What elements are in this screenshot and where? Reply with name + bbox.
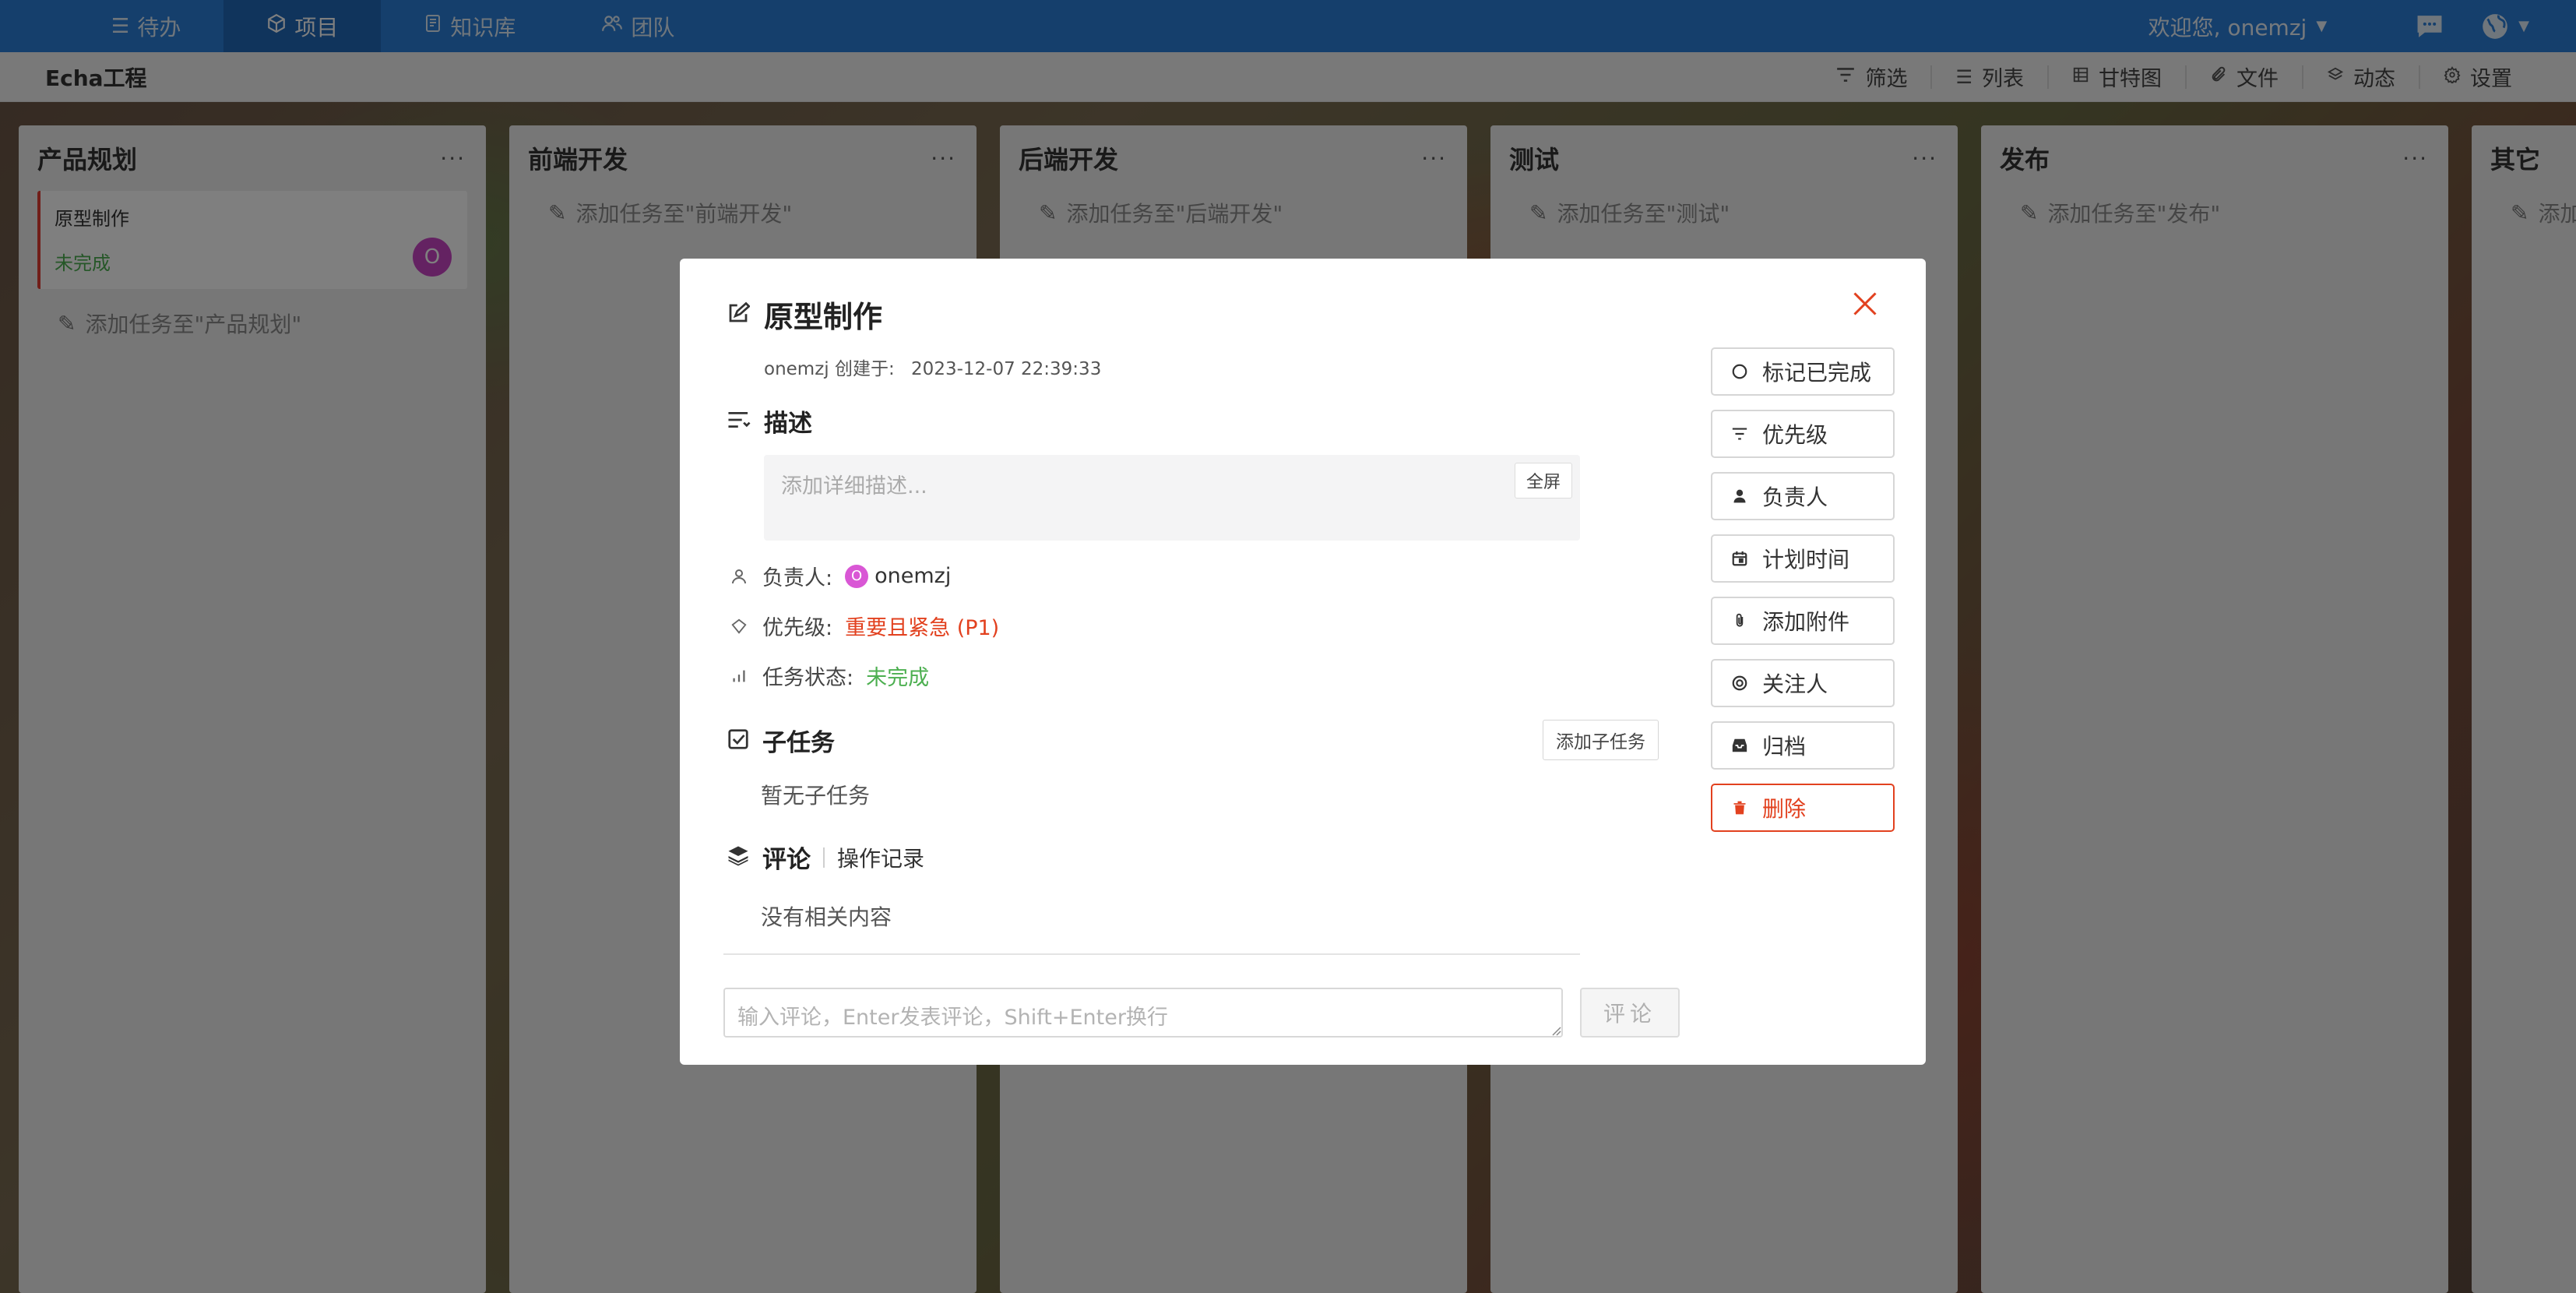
action-label: 负责人 [1762,484,1828,510]
followers-button[interactable]: 关注人 [1711,659,1895,707]
mark-complete-button[interactable]: 标记已完成 [1711,347,1895,396]
priority-value[interactable]: 重要且紧急 (P1) [845,611,999,641]
action-label: 归档 [1762,734,1807,759]
delete-button[interactable]: 删除 [1711,784,1895,832]
calendar-icon [1730,550,1750,567]
at-icon [1730,675,1750,692]
user-icon [1730,488,1750,505]
subtask-label: 子任务 [762,729,835,757]
filter-icon [1730,426,1750,442]
task-title[interactable]: 原型制作 [764,293,882,336]
subtask-empty-text: 暂无子任务 [761,783,871,809]
close-icon[interactable] [1851,290,1879,318]
user-outline-icon [728,567,750,586]
created-info: onemzj 创建于: 2023-12-07 22:39:33 [764,354,1112,380]
inbox-icon [1730,737,1750,754]
edit-icon [727,301,751,328]
description-placeholder: 添加详细描述... [781,474,927,499]
assignee-label: 负责人: [762,566,833,590]
description-icon [727,409,751,434]
comment-tabs: 评论 操作记录 [727,840,924,875]
created-time: 2023-12-07 22:39:33 [911,359,1102,379]
resize-grip-icon[interactable] [1550,1025,1561,1036]
tab-comments[interactable]: 评论 [762,840,811,875]
subtask-section-header: 子任务 [727,723,835,758]
action-label: 优先级 [1762,422,1828,448]
divider [723,953,1580,955]
action-label: 计划时间 [1762,547,1850,573]
status-label: 任务状态: [762,666,854,690]
comment-empty-text: 没有相关内容 [761,904,892,930]
bar-chart-icon [728,668,750,685]
circle-icon [1730,363,1750,380]
action-panel: 标记已完成 优先级 负责人 计划时间 添加附件 关注人 归档 删除 [1711,347,1895,846]
action-label: 删除 [1762,796,1807,822]
status-value[interactable]: 未完成 [866,661,929,691]
tab-divider [823,847,825,868]
assignee-button[interactable]: 负责人 [1711,472,1895,520]
layers-icon [727,844,750,871]
schedule-button[interactable]: 计划时间 [1711,534,1895,583]
action-label: 添加附件 [1762,609,1850,635]
submit-comment-button[interactable]: 评论 [1580,988,1680,1038]
archive-button[interactable]: 归档 [1711,721,1895,770]
action-label: 关注人 [1762,671,1828,697]
status-row: 任务状态: 未完成 [728,661,929,691]
assignee-value[interactable]: O onemzj [845,564,951,588]
description-section-header: 描述 [727,403,812,439]
tag-icon [728,618,750,635]
action-label: 标记已完成 [1762,360,1872,386]
assignee-row: 负责人: O onemzj [728,561,951,591]
priority-button[interactable]: 优先级 [1711,410,1895,458]
assignee-name: onemzj [875,564,952,588]
add-subtask-button[interactable]: 添加子任务 [1543,720,1659,760]
creator: onemzj 创建于: [764,359,895,379]
task-detail-modal: 原型制作 onemzj 创建于: 2023-12-07 22:39:33 描述 … [680,259,1926,1065]
avatar: O [845,564,869,588]
checkbox-icon [727,728,750,754]
trash-icon [1730,799,1750,816]
fullscreen-button[interactable]: 全屏 [1514,463,1572,499]
description-editor[interactable]: 添加详细描述... 全屏 [764,455,1580,541]
attach-button[interactable]: 添加附件 [1711,597,1895,645]
comment-input[interactable] [723,988,1563,1038]
priority-row: 优先级: 重要且紧急 (P1) [728,611,999,641]
tab-activity-log[interactable]: 操作记录 [837,842,924,873]
paperclip-icon [1730,611,1750,630]
priority-label: 优先级: [762,616,833,640]
description-label: 描述 [764,410,812,438]
